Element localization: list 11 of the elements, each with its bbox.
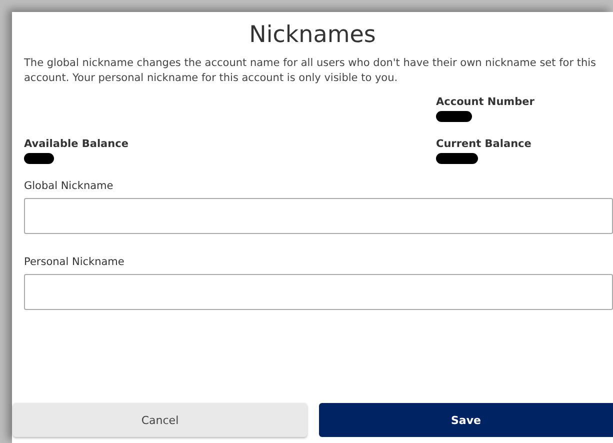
input-field[interactable] xyxy=(24,198,613,234)
detail-label: Current Balance xyxy=(436,138,532,150)
field-label: Personal Nickname xyxy=(24,256,126,268)
save-button[interactable]: Save xyxy=(319,403,613,437)
detail-label: Account Number xyxy=(436,96,534,108)
dialog-title: Nicknames xyxy=(248,22,377,48)
description-text: The global nickname changes the account name for all users who don't have their own nickname set for this account. Your personal nickname for this account is only visible to you. xyxy=(24,56,598,86)
field-label: Global Nickname xyxy=(24,180,114,192)
input-field[interactable] xyxy=(24,274,613,310)
cancel-button[interactable]: Cancel xyxy=(13,403,307,437)
detail-label: Available Balance xyxy=(24,138,128,150)
